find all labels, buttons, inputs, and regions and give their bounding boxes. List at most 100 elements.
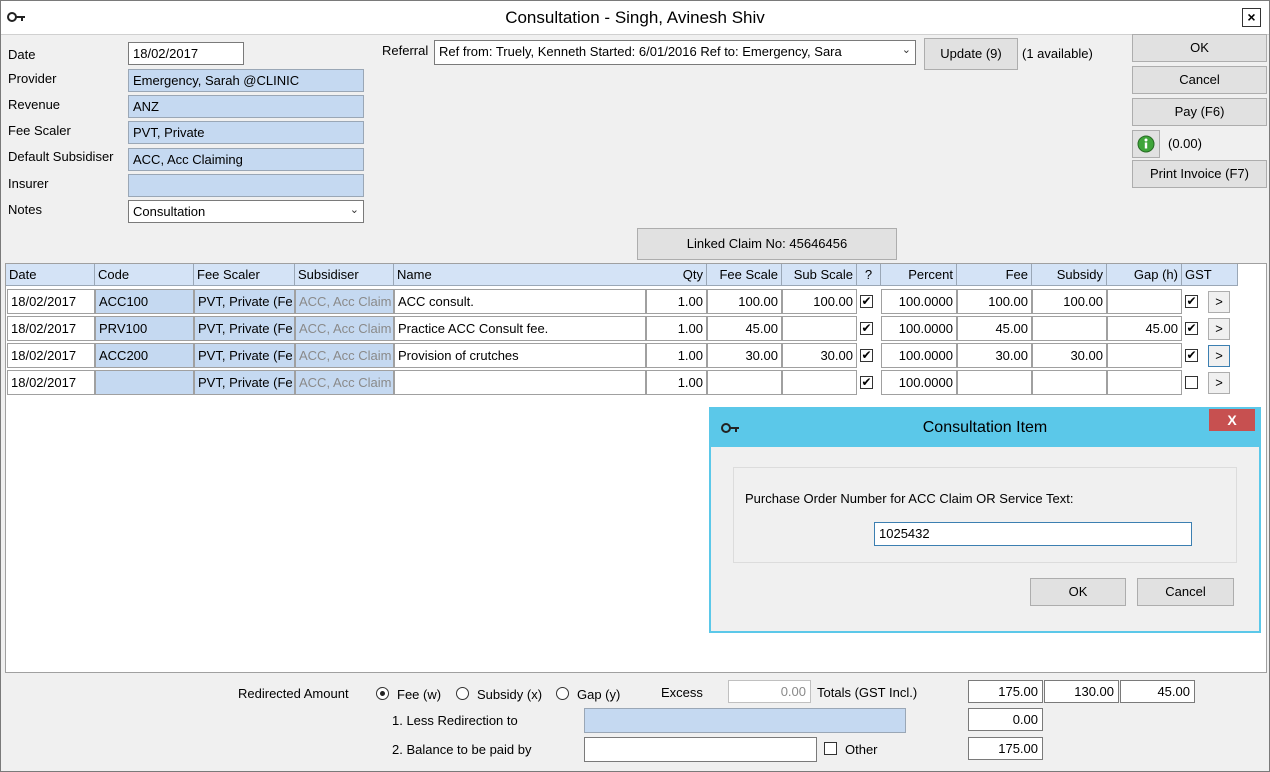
excess-field[interactable]: 0.00 bbox=[728, 680, 811, 703]
gst-checkbox[interactable]: ✔ bbox=[1185, 322, 1198, 335]
cell-code[interactable]: ACC100 bbox=[95, 289, 194, 314]
close-icon[interactable]: × bbox=[1242, 8, 1261, 27]
date-field[interactable]: 18/02/2017 bbox=[128, 42, 244, 65]
insurer-field[interactable] bbox=[128, 174, 364, 197]
cell-qty[interactable]: 1.00 bbox=[646, 343, 707, 368]
cell-subsidiser[interactable]: ACC, Acc Claim bbox=[295, 289, 394, 314]
cell-code[interactable]: PRV100 bbox=[95, 316, 194, 341]
ok-button[interactable]: OK bbox=[1132, 34, 1267, 62]
other-checkbox[interactable] bbox=[824, 742, 837, 755]
row-detail-button[interactable]: > bbox=[1208, 318, 1230, 340]
col-header-gst[interactable]: GST bbox=[1182, 264, 1238, 286]
linked-claim-button[interactable]: Linked Claim No: 45646456 bbox=[637, 228, 897, 260]
cell-percent[interactable]: 100.0000 bbox=[881, 343, 957, 368]
cell-subsidy[interactable]: 100.00 bbox=[1032, 289, 1107, 314]
col-header-question[interactable]: ? bbox=[857, 264, 881, 286]
cell-sub-scale[interactable]: 30.00 bbox=[782, 343, 857, 368]
cell-gap[interactable] bbox=[1107, 289, 1182, 314]
provider-field[interactable]: Emergency, Sarah @CLINIC bbox=[128, 69, 364, 92]
col-header-gap[interactable]: Gap (h) bbox=[1107, 264, 1182, 286]
gap-radio[interactable] bbox=[556, 687, 569, 700]
cell-date[interactable]: 18/02/2017 bbox=[7, 289, 95, 314]
default-subsidiser-field[interactable]: ACC, Acc Claiming bbox=[128, 148, 364, 171]
cell-fee-scale[interactable]: 30.00 bbox=[707, 343, 782, 368]
less-redirection-field[interactable] bbox=[584, 708, 906, 733]
cell-subsidiser[interactable]: ACC, Acc Claim bbox=[295, 316, 394, 341]
referral-select[interactable]: Ref from: Truely, Kenneth Started: 6/01/… bbox=[434, 40, 916, 65]
col-header-fee[interactable]: Fee bbox=[957, 264, 1032, 286]
col-header-code[interactable]: Code bbox=[95, 264, 194, 286]
cell-percent[interactable]: 100.0000 bbox=[881, 370, 957, 395]
purchase-order-input[interactable]: 1025432 bbox=[874, 522, 1192, 546]
cell-fee-scaler[interactable]: PVT, Private (Fe bbox=[194, 289, 295, 314]
cell-fee[interactable]: 45.00 bbox=[957, 316, 1032, 341]
cell-gap[interactable]: 45.00 bbox=[1107, 316, 1182, 341]
subsidy-radio[interactable] bbox=[456, 687, 469, 700]
close-icon[interactable]: X bbox=[1209, 409, 1255, 431]
row-detail-button[interactable]: > bbox=[1208, 345, 1230, 367]
cell-subsidy[interactable] bbox=[1032, 316, 1107, 341]
gst-checkbox[interactable]: ✔ bbox=[1185, 349, 1198, 362]
cell-subsidy[interactable] bbox=[1032, 370, 1107, 395]
gst-checkbox[interactable]: ✔ bbox=[1185, 295, 1198, 308]
cell-percent[interactable]: 100.0000 bbox=[881, 289, 957, 314]
cell-sub-scale[interactable]: 100.00 bbox=[782, 289, 857, 314]
cell-subsidy[interactable]: 30.00 bbox=[1032, 343, 1107, 368]
balance-paid-by-field[interactable] bbox=[584, 737, 817, 762]
col-header-percent[interactable]: Percent bbox=[881, 264, 957, 286]
fee-scaler-field[interactable]: PVT, Private bbox=[128, 121, 364, 144]
cell-percent[interactable]: 100.0000 bbox=[881, 316, 957, 341]
cell-fee[interactable] bbox=[957, 370, 1032, 395]
cell-qty[interactable]: 1.00 bbox=[646, 316, 707, 341]
cell-code[interactable]: ACC200 bbox=[95, 343, 194, 368]
row-detail-button[interactable]: > bbox=[1208, 372, 1230, 394]
cell-fee-scale[interactable] bbox=[707, 370, 782, 395]
cell-fee[interactable]: 30.00 bbox=[957, 343, 1032, 368]
dialog-ok-button[interactable]: OK bbox=[1030, 578, 1126, 606]
update-button[interactable]: Update (9) bbox=[924, 38, 1018, 70]
cell-subsidiser[interactable]: ACC, Acc Claim bbox=[295, 343, 394, 368]
col-header-subsidy[interactable]: Subsidy bbox=[1032, 264, 1107, 286]
col-header-date[interactable]: Date bbox=[6, 264, 95, 286]
fee-radio[interactable] bbox=[376, 687, 389, 700]
cell-fee-scaler[interactable]: PVT, Private (Fe bbox=[194, 343, 295, 368]
col-header-sub-scale[interactable]: Sub Scale bbox=[782, 264, 857, 286]
cell-sub-scale[interactable] bbox=[782, 370, 857, 395]
col-header-fee-scaler[interactable]: Fee Scaler bbox=[194, 264, 295, 286]
cell-name[interactable]: Provision of crutches bbox=[394, 343, 646, 368]
revenue-field[interactable]: ANZ bbox=[128, 95, 364, 118]
cell-date[interactable]: 18/02/2017 bbox=[7, 343, 95, 368]
cell-qty[interactable]: 1.00 bbox=[646, 289, 707, 314]
cell-gap[interactable] bbox=[1107, 343, 1182, 368]
col-header-subsidiser[interactable]: Subsidiser bbox=[295, 264, 394, 286]
cell-sub-scale[interactable] bbox=[782, 316, 857, 341]
gst-checkbox[interactable] bbox=[1185, 376, 1198, 389]
notes-select[interactable]: Consultation ⌄ bbox=[128, 200, 364, 223]
question-checkbox[interactable]: ✔ bbox=[860, 349, 873, 362]
info-button[interactable] bbox=[1132, 130, 1160, 158]
row-detail-button[interactable]: > bbox=[1208, 291, 1230, 313]
cell-gap[interactable] bbox=[1107, 370, 1182, 395]
question-checkbox[interactable]: ✔ bbox=[860, 376, 873, 389]
cell-name[interactable]: Practice ACC Consult fee. bbox=[394, 316, 646, 341]
print-invoice-button[interactable]: Print Invoice (F7) bbox=[1132, 160, 1267, 188]
cell-name[interactable]: ACC consult. bbox=[394, 289, 646, 314]
cancel-button[interactable]: Cancel bbox=[1132, 66, 1267, 94]
cell-qty[interactable]: 1.00 bbox=[646, 370, 707, 395]
question-checkbox[interactable]: ✔ bbox=[860, 295, 873, 308]
dialog-cancel-button[interactable]: Cancel bbox=[1137, 578, 1234, 606]
cell-date[interactable]: 18/02/2017 bbox=[7, 370, 95, 395]
cell-fee-scale[interactable]: 100.00 bbox=[707, 289, 782, 314]
cell-code[interactable] bbox=[95, 370, 194, 395]
cell-fee-scale[interactable]: 45.00 bbox=[707, 316, 782, 341]
question-checkbox[interactable]: ✔ bbox=[860, 322, 873, 335]
pay-button[interactable]: Pay (F6) bbox=[1132, 98, 1267, 126]
cell-fee[interactable]: 100.00 bbox=[957, 289, 1032, 314]
col-header-qty[interactable]: Qty bbox=[646, 264, 707, 286]
col-header-fee-scale[interactable]: Fee Scale bbox=[707, 264, 782, 286]
cell-fee-scaler[interactable]: PVT, Private (Fe bbox=[194, 370, 295, 395]
cell-fee-scaler[interactable]: PVT, Private (Fe bbox=[194, 316, 295, 341]
cell-date[interactable]: 18/02/2017 bbox=[7, 316, 95, 341]
cell-name[interactable] bbox=[394, 370, 646, 395]
cell-subsidiser[interactable]: ACC, Acc Claim bbox=[295, 370, 394, 395]
